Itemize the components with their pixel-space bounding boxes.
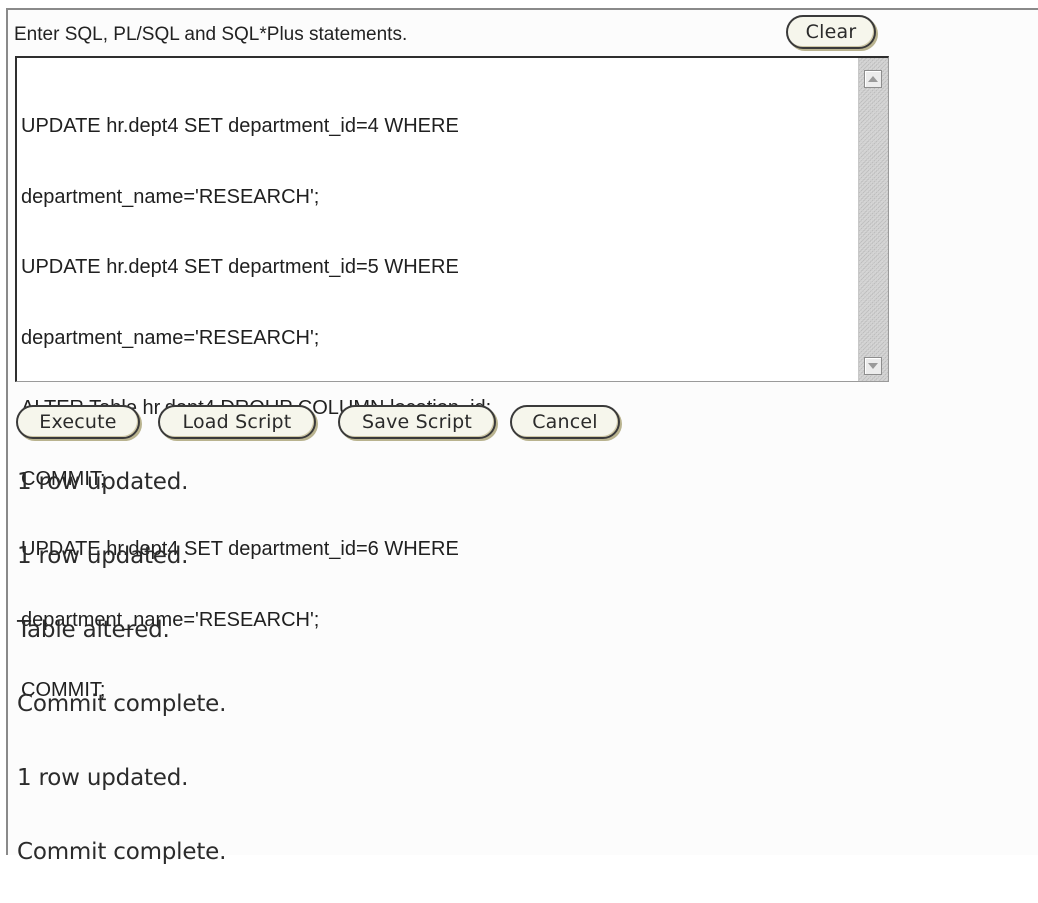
load-script-button[interactable]: Load Script <box>158 405 316 439</box>
output-message: 1 row updated. <box>17 765 189 791</box>
output-area: 1 row updated. 1 row updated. Table alte… <box>17 459 1017 903</box>
output-message: 1 row updated. <box>17 469 189 495</box>
clear-button[interactable]: Clear <box>786 15 876 49</box>
execute-button[interactable]: Execute <box>16 405 140 439</box>
editor-line: UPDATE hr.dept4 SET department_id=4 WHER… <box>21 115 459 137</box>
scroll-up-arrow-icon[interactable] <box>864 70 882 88</box>
triangle-down-icon <box>868 363 878 369</box>
editor-line: department_name='RESEARCH'; <box>21 185 320 208</box>
output-message: Commit complete. <box>17 691 227 717</box>
output-message: 1 row updated. <box>17 543 189 569</box>
editor-line: UPDATE hr.dept4 SET department_id=5 WHER… <box>21 256 459 278</box>
output-message: Commit complete. <box>17 839 227 865</box>
output-message: Table altered. <box>17 617 170 643</box>
sql-editor-textarea[interactable]: UPDATE hr.dept4 SET department_id=4 WHER… <box>15 56 889 701</box>
editor-scrollbar[interactable] <box>858 58 888 381</box>
cancel-button[interactable]: Cancel <box>510 405 620 439</box>
save-script-button[interactable]: Save Script <box>338 405 496 439</box>
triangle-up-icon <box>868 76 878 82</box>
prompt-label: Enter SQL, PL/SQL and SQL*Plus statement… <box>14 24 408 45</box>
scroll-down-arrow-icon[interactable] <box>864 357 882 375</box>
editor-line: department_name='RESEARCH'; <box>21 326 320 349</box>
